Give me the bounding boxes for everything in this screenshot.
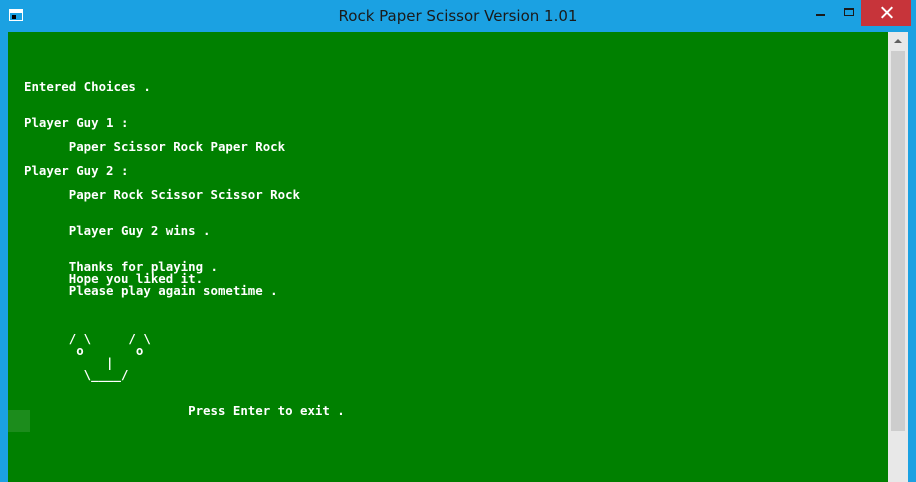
window-right-border: [908, 32, 916, 482]
minimize-button[interactable]: [803, 0, 837, 26]
maximize-icon: [844, 8, 854, 16]
console-line: Entered Choices .: [24, 79, 151, 94]
console-line: Please play again sometime .: [24, 283, 278, 298]
scroll-up-arrow-icon[interactable]: [888, 32, 908, 51]
console-line: Player Guy 2 wins .: [24, 223, 211, 238]
scroll-thumb[interactable]: [891, 51, 905, 431]
vertical-scrollbar[interactable]: [888, 32, 908, 482]
console-line: Player Guy 2 :: [24, 163, 129, 178]
console-line: \____/: [24, 367, 129, 382]
title-bar[interactable]: Rock Paper Scissor Version 1.01: [0, 0, 916, 32]
console-line: Player Guy 1 :: [24, 115, 129, 130]
console-line: Paper Rock Scissor Scissor Rock: [24, 187, 301, 202]
close-button[interactable]: [861, 0, 911, 26]
console-app-icon[interactable]: [9, 9, 23, 21]
close-icon: [880, 6, 893, 19]
minimize-icon: [816, 14, 825, 16]
console-line: Press Enter to exit .: [24, 403, 345, 418]
console-text: Entered Choices . Player Guy 1 : Paper Sc…: [24, 69, 345, 417]
maximize-button[interactable]: [837, 0, 861, 26]
console-line: Paper Scissor Rock Paper Rock: [24, 139, 286, 154]
console-output-area[interactable]: Entered Choices . Player Guy 1 : Paper Sc…: [8, 32, 888, 482]
console-window: Rock Paper Scissor Version 1.01 Entered …: [0, 0, 916, 482]
window-title: Rock Paper Scissor Version 1.01: [338, 7, 578, 25]
